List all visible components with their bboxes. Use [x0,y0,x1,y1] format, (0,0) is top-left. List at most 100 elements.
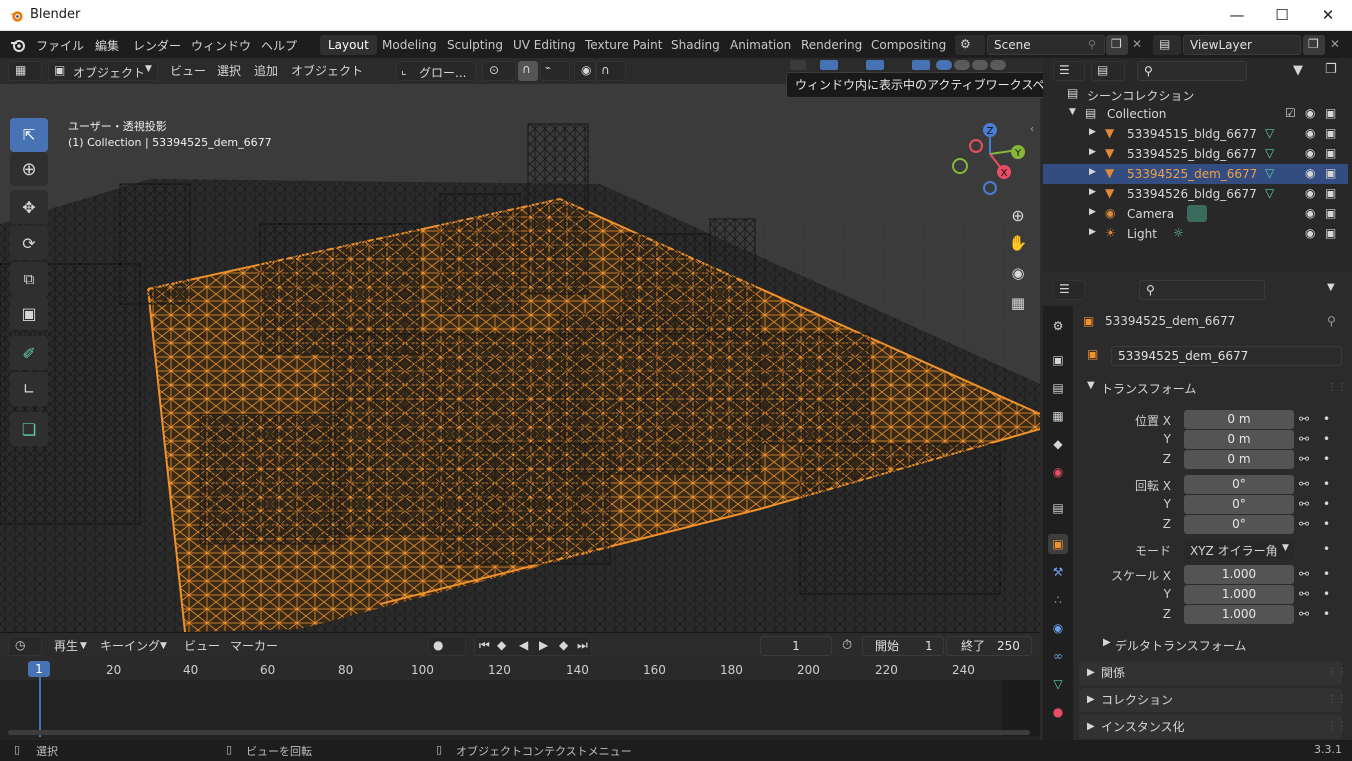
tab-rendering[interactable]: Rendering [793,35,870,55]
lock-icon[interactable]: ⚯ [1299,412,1309,426]
rotation-mode-dropdown[interactable]: XYZ オイラー角 ▼ [1184,540,1294,559]
display-mode-dropdown[interactable]: ▤ [1091,61,1125,81]
scale-x-field[interactable]: 1.000 [1184,565,1294,584]
mode-dropdown[interactable]: ▣ オブジェクト ▼ [48,61,158,81]
3d-viewport[interactable]: ユーザー・透視投影 (1) Collection | 53394525_dem_… [0,84,1040,632]
jump-end-icon[interactable]: ⏭ [577,638,588,653]
viewport-menu-select[interactable]: 選択 [213,61,245,81]
keyframe-dot-icon[interactable]: • [1323,567,1330,581]
new-viewlayer-button[interactable]: ❐ [1303,35,1325,55]
transform-panel-header[interactable]: ▼ トランスフォーム ⋮⋮ [1079,376,1347,400]
camera-render-icon[interactable]: ▣ [1325,206,1336,220]
play-reverse-icon[interactable]: ◀ [519,638,528,652]
lock-icon[interactable]: ⚯ [1299,452,1309,466]
minimize-button[interactable]: — [1214,0,1260,31]
expand-arrow-icon[interactable]: ▶ [1089,187,1096,197]
viewlayer-selector-button[interactable]: ▤ [1153,35,1181,55]
collections-panel[interactable]: ▶ コレクション ⋮⋮ [1079,688,1347,712]
instancing-panel[interactable]: ▶ インスタンス化 ⋮⋮ [1079,715,1347,739]
outliner-item-bldg-15[interactable]: ▶ ▼ 53394515_bldg_6677 ▽ ◉ ▣ [1043,124,1348,144]
outliner-item-bldg-26[interactable]: ▶ ▼ 53394526_bldg_6677 ▽ ◉ ▣ [1043,184,1348,204]
jump-start-icon[interactable]: ⏮ [479,638,490,653]
wireframe-shading-icon[interactable] [936,60,952,70]
tab-data[interactable]: ▽ [1048,674,1068,694]
rotation-x-field[interactable]: 0° [1184,475,1294,494]
location-x-field[interactable]: 0 m [1184,410,1294,429]
lock-icon[interactable]: ⚯ [1299,497,1309,511]
maximize-button[interactable]: ☐ [1259,0,1305,31]
eye-icon[interactable]: ◉ [1305,126,1315,140]
eye-icon[interactable]: ◉ [1305,206,1315,220]
object-browse-button[interactable]: ▣ [1083,346,1111,366]
close-button[interactable]: ✕ [1305,0,1351,31]
keyframe-dot-icon[interactable]: • [1323,517,1330,531]
gizmo-toggle-icon[interactable] [820,60,838,70]
tab-particles[interactable]: ∴ [1048,590,1068,610]
tab-world[interactable]: ◉ [1048,462,1068,482]
pan-button[interactable]: ✋ [1005,230,1031,256]
prev-keyframe-icon[interactable]: ◆ [497,638,506,652]
tab-texture-paint[interactable]: Texture Paint [577,35,670,55]
tab-layout[interactable]: Layout [320,35,377,55]
camera-data-icon[interactable] [1187,205,1207,222]
camera-render-icon[interactable]: ▣ [1325,226,1336,240]
lock-icon[interactable]: ⚯ [1299,607,1309,621]
rotation-z-field[interactable]: 0° [1184,515,1294,534]
eye-icon[interactable]: ◉ [1305,146,1315,160]
outliner-collection[interactable]: ▼ ▤ Collection ☑ ◉ ▣ [1043,104,1348,124]
expand-arrow-icon[interactable]: ▶ [1089,127,1096,137]
gizmo-neg-y-icon[interactable] [952,158,968,174]
drag-handle-icon[interactable]: ⋮⋮ [1327,382,1347,393]
lock-icon[interactable]: ⚯ [1299,432,1309,446]
editor-type-button[interactable]: ▦ [8,61,42,81]
blender-menu-icon[interactable] [10,37,26,53]
timeline-scrollbar[interactable] [8,730,1030,735]
viewport-menu-add[interactable]: 追加 [250,61,282,81]
rotation-y-field[interactable]: 0° [1184,495,1294,514]
tab-modifiers[interactable]: ⚒ [1048,562,1068,582]
expand-arrow-icon[interactable]: ▼ [1069,107,1076,117]
new-collection-icon[interactable]: ❐ [1325,62,1337,77]
expand-arrow-icon[interactable]: ▶ [1089,207,1096,217]
lock-icon[interactable]: ⚯ [1299,587,1309,601]
lock-icon[interactable]: ⚯ [1299,567,1309,581]
add-cube-tool[interactable]: ❏ [10,412,48,446]
eye-icon[interactable]: ◉ [1305,226,1315,240]
lock-icon[interactable]: ⚯ [1299,517,1309,531]
tab-object[interactable]: ▣ [1048,534,1068,554]
checkbox-icon[interactable]: ☑ [1285,106,1296,120]
scale-z-field[interactable]: 1.000 [1184,605,1294,624]
playhead-frame[interactable]: 1 [28,661,50,677]
drag-handle-icon[interactable]: ⋮⋮ [1327,661,1347,685]
new-scene-button[interactable]: ❐ [1106,35,1128,55]
pivot-point-dropdown[interactable]: ⊙ [482,61,516,81]
camera-render-icon[interactable]: ▣ [1325,106,1336,120]
falloff-dropdown[interactable]: ∩ [596,61,626,81]
transform-tool[interactable]: ▣ [10,296,48,330]
chevron-down-icon[interactable]: ▼ [1327,282,1335,293]
relations-panel[interactable]: ▶ 関係 ⋮⋮ [1079,661,1347,685]
scene-selector-button[interactable]: ⚙ [955,35,985,55]
tab-tool[interactable]: ⚙ [1048,316,1068,336]
navigation-gizmo[interactable]: Z Y X [950,120,1030,200]
rotate-tool[interactable]: ⟳ [10,226,48,260]
tab-collection[interactable]: ▤ [1048,498,1068,518]
outliner-item-bldg-25[interactable]: ▶ ▼ 53394525_bldg_6677 ▽ ◉ ▣ [1043,144,1348,164]
keyframe-dot-icon[interactable]: • [1323,542,1330,556]
next-keyframe-icon[interactable]: ◆ [559,638,568,652]
menu-edit[interactable]: 編集 [95,37,119,54]
keyframe-dot-icon[interactable]: • [1323,477,1330,491]
camera-render-icon[interactable]: ▣ [1325,126,1336,140]
properties-search-input[interactable]: ⚲ [1139,280,1265,300]
end-frame-field[interactable]: 終了 250 [946,636,1032,656]
select-box-tool[interactable]: ⇱ [10,118,48,152]
tab-compositing[interactable]: Compositing [863,35,954,55]
visibility-icon[interactable] [790,60,806,70]
expand-arrow-icon[interactable]: ▶ [1089,167,1096,177]
delete-scene-icon[interactable]: ✕ [1132,37,1142,51]
cursor-tool[interactable]: ⊕ [10,152,48,186]
expand-arrow-icon[interactable]: ▶ [1089,227,1096,237]
viewlayer-field[interactable]: ViewLayer [1183,35,1301,55]
eye-icon[interactable]: ◉ [1305,166,1315,180]
snap-toggle[interactable]: ∩ [518,61,538,81]
